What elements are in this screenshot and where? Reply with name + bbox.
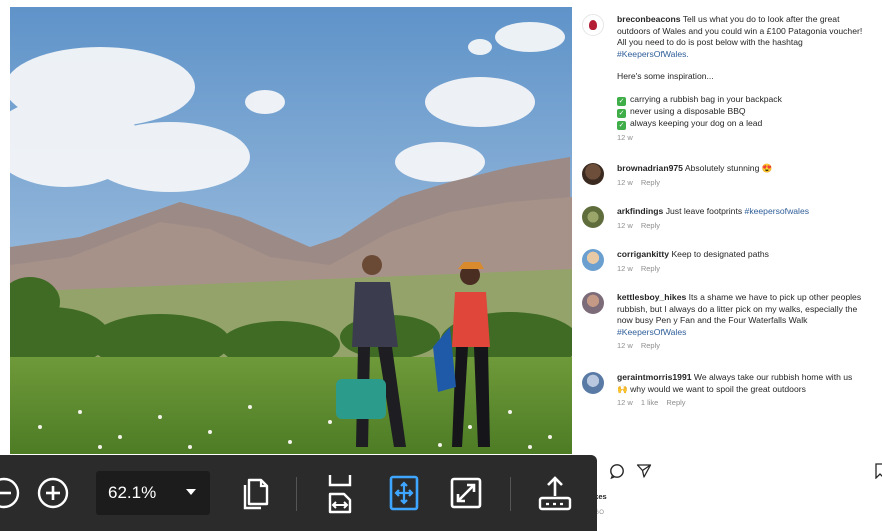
comment: kettlesboy_hikes Its a shame we have to … [582,292,880,352]
zoom-out-icon [0,477,20,509]
avatar[interactable] [582,372,604,394]
raising-hands-icon: 🙌 [617,383,628,394]
caption-line: outdoors of Wales and you could win a £1… [617,25,863,36]
comment-age: 12 w [617,177,633,187]
comment-text: Absolutely stunning [684,163,760,173]
comment-text: Keep to designated paths [671,249,769,259]
toolbar-divider [296,477,297,511]
share-icon[interactable] [636,463,652,483]
fit-width-button[interactable] [385,473,423,513]
comment-age: 12 w [617,341,633,350]
comment-text: why would we want to spoil the great out… [630,383,806,394]
avatar[interactable] [582,292,604,314]
comment-text: Just leave footprints [665,206,743,216]
reply-button[interactable]: Reply [666,398,685,407]
zoom-in-button[interactable] [35,475,71,511]
zoom-level-value: 62.1% [108,483,157,502]
post-actions [584,463,882,483]
check-icon: ✓ [617,96,626,106]
fit-width-icon [389,475,419,511]
comment-likes[interactable]: 1 like [641,398,659,407]
zoom-level-select[interactable]: 62.1% [96,471,210,515]
reply-button[interactable]: Reply [641,221,660,230]
viewer-toolbar: 62.1% [0,455,597,531]
zoom-in-icon [37,477,69,509]
comment: corrigankitty Keep to designated paths 1… [582,249,880,274]
hashtag-link[interactable]: #KeepersOfWales [617,327,686,337]
comment-text: rubbish, but I always do a litter pick o… [617,303,858,314]
checklist-item: ✓ always keeping your dog on a lead [617,117,763,130]
share-upload-icon [538,476,572,511]
hashtag-link[interactable]: #keepersofwales [745,206,810,216]
comment-age: 12 w [617,398,633,407]
username[interactable]: corrigankitty [617,249,669,259]
username[interactable]: geraintmorris1991 [617,372,692,382]
heart-eyes-icon: 😍 [761,163,773,173]
post-photo [10,7,572,454]
post-age: 12 w [617,132,633,142]
comment-icon[interactable] [609,463,625,483]
comment-text: Its a shame we have to pick up other peo… [688,292,862,302]
caption-line: Here's some inspiration... [617,71,714,81]
share-upload-button[interactable] [535,473,575,513]
fullscreen-icon [450,477,482,509]
comment: geraintmorris1991 We always take our rub… [582,372,880,409]
brand-logo-icon [589,20,597,30]
comment-age: 12 w [617,263,633,273]
post-caption: breconbeacons Tell us what you do to loo… [582,14,880,143]
avatar[interactable] [582,163,604,185]
username[interactable]: kettlesboy_hikes [617,292,686,302]
reply-button[interactable]: Reply [641,178,660,187]
username[interactable]: brownadrian975 [617,163,683,173]
comment: arkfindings Just leave footprints #keepe… [582,206,880,231]
reply-button[interactable]: Reply [641,341,660,350]
comment-text: We always take our rubbish home with us [693,372,853,382]
fit-page-icon [328,475,352,514]
fit-page-button[interactable] [322,471,358,515]
check-icon: ✓ [617,120,626,130]
caption-line: All you need to do is post below with th… [617,37,803,47]
fullscreen-button[interactable] [448,475,484,511]
copy-icon [243,478,269,510]
bookmark-icon[interactable] [875,463,882,483]
checklist-item: ✓ carrying a rubbish bag in your backpack [617,93,782,106]
avatar[interactable] [582,206,604,228]
comment: brownadrian975 Absolutely stunning 😍 12 … [582,163,880,188]
check-icon: ✓ [617,108,626,118]
comment-text: now busy Pen y Fan and the Four Waterfal… [617,315,808,325]
reply-button[interactable]: Reply [641,264,660,273]
caption-line: Tell us what you do to look after the gr… [682,14,840,24]
username[interactable]: arkfindings [617,206,663,216]
toolbar-divider [510,477,511,511]
checklist-item: ✓ never using a disposable BBQ [617,105,746,118]
username[interactable]: breconbeacons [617,14,681,24]
avatar[interactable] [582,14,604,36]
copy-button[interactable] [237,474,273,512]
comments-panel: breconbeacons Tell us what you do to loo… [572,0,882,531]
zoom-out-button[interactable] [0,475,22,511]
chevron-down-icon [186,489,196,495]
hashtag-link[interactable]: #KeepersOfWales. [617,49,689,59]
comment-age: 12 w [617,220,633,230]
avatar[interactable] [582,249,604,271]
